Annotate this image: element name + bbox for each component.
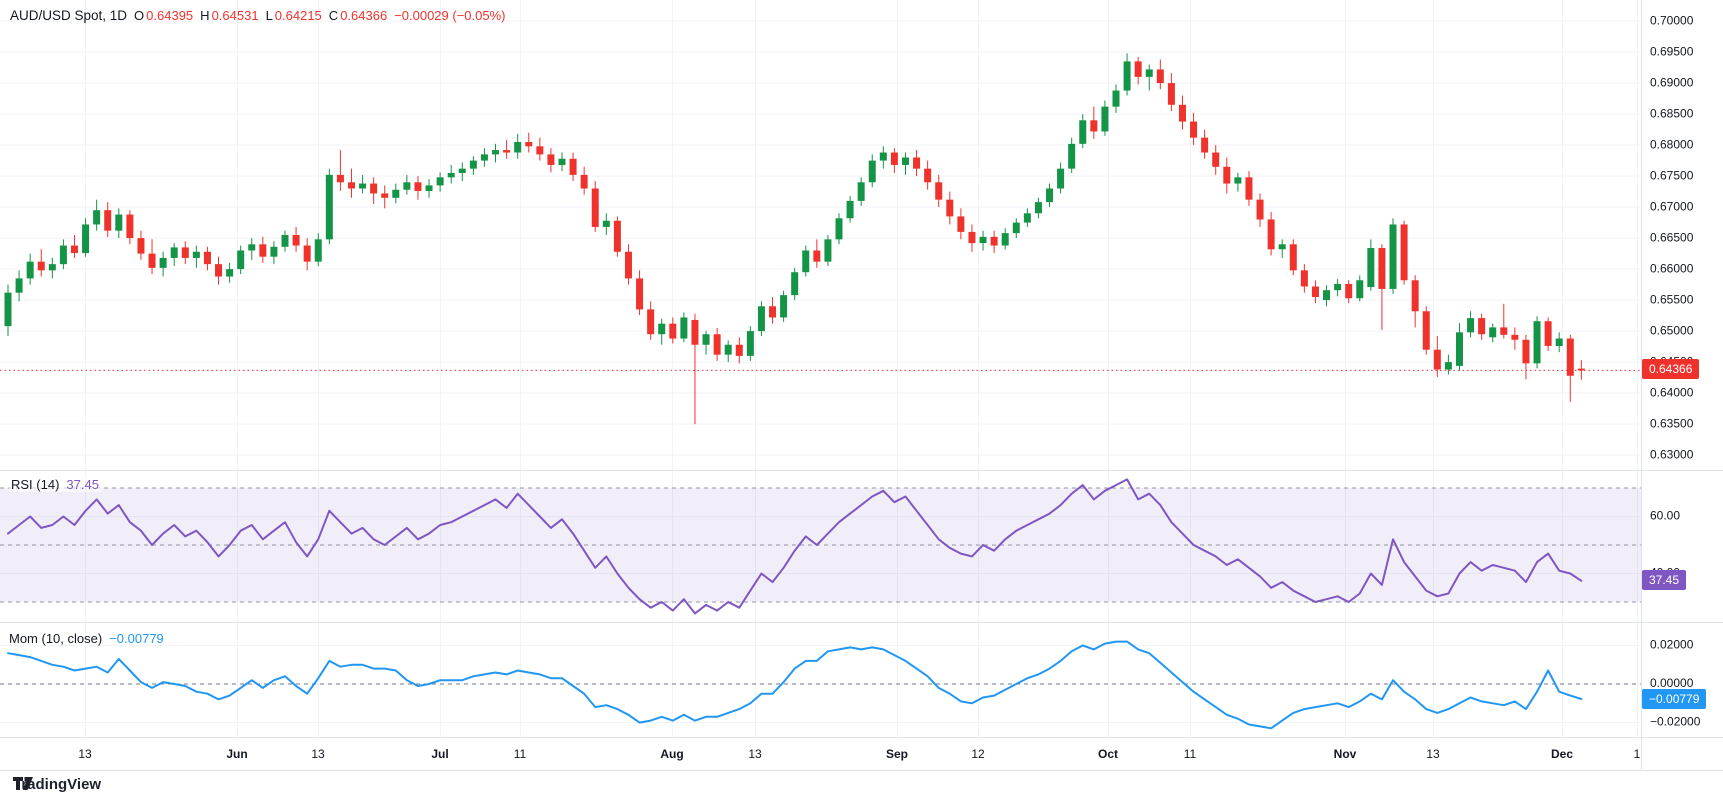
rsi-legend-title[interactable]: RSI (14) xyxy=(11,477,59,492)
tradingview-logo-icon xyxy=(13,776,35,791)
rsi-legend[interactable]: RSI (14) 37.45 xyxy=(9,477,101,492)
price-change: −0.00029 (−0.05%) xyxy=(394,8,505,23)
time-axis[interactable] xyxy=(0,737,1641,770)
mom-legend[interactable]: Mom (10, close) −0.00779 xyxy=(9,631,164,646)
rsi-legend-value: 37.45 xyxy=(66,477,99,492)
price-axis[interactable] xyxy=(1641,0,1723,770)
tradingview-logo[interactable]: TradingView xyxy=(13,776,101,793)
mom-legend-value: −0.00779 xyxy=(109,631,164,646)
symbol-legend[interactable]: AUD/USD Spot, 1D O 0.64395 H 0.64531 L 0… xyxy=(10,8,506,23)
ohlc-open: O 0.64395 xyxy=(134,8,193,23)
tradingview-chart-window: 0.700000.695000.690000.685000.680000.675… xyxy=(0,0,1723,803)
ohlc-low: L 0.64215 xyxy=(266,8,322,23)
horizontal-gridlines xyxy=(0,21,1641,722)
ohlc-high: H 0.64531 xyxy=(200,8,258,23)
vertical-gridlines xyxy=(86,0,1638,737)
symbol-title[interactable]: AUD/USD Spot, 1D xyxy=(10,8,127,23)
candlestick-series xyxy=(5,53,1585,424)
ohlc-close: C 0.64366 xyxy=(329,8,387,23)
pane-separators xyxy=(0,0,1723,771)
mom-legend-title[interactable]: Mom (10, close) xyxy=(9,631,102,646)
chart-canvas[interactable]: 0.700000.695000.690000.685000.680000.675… xyxy=(0,0,1723,803)
